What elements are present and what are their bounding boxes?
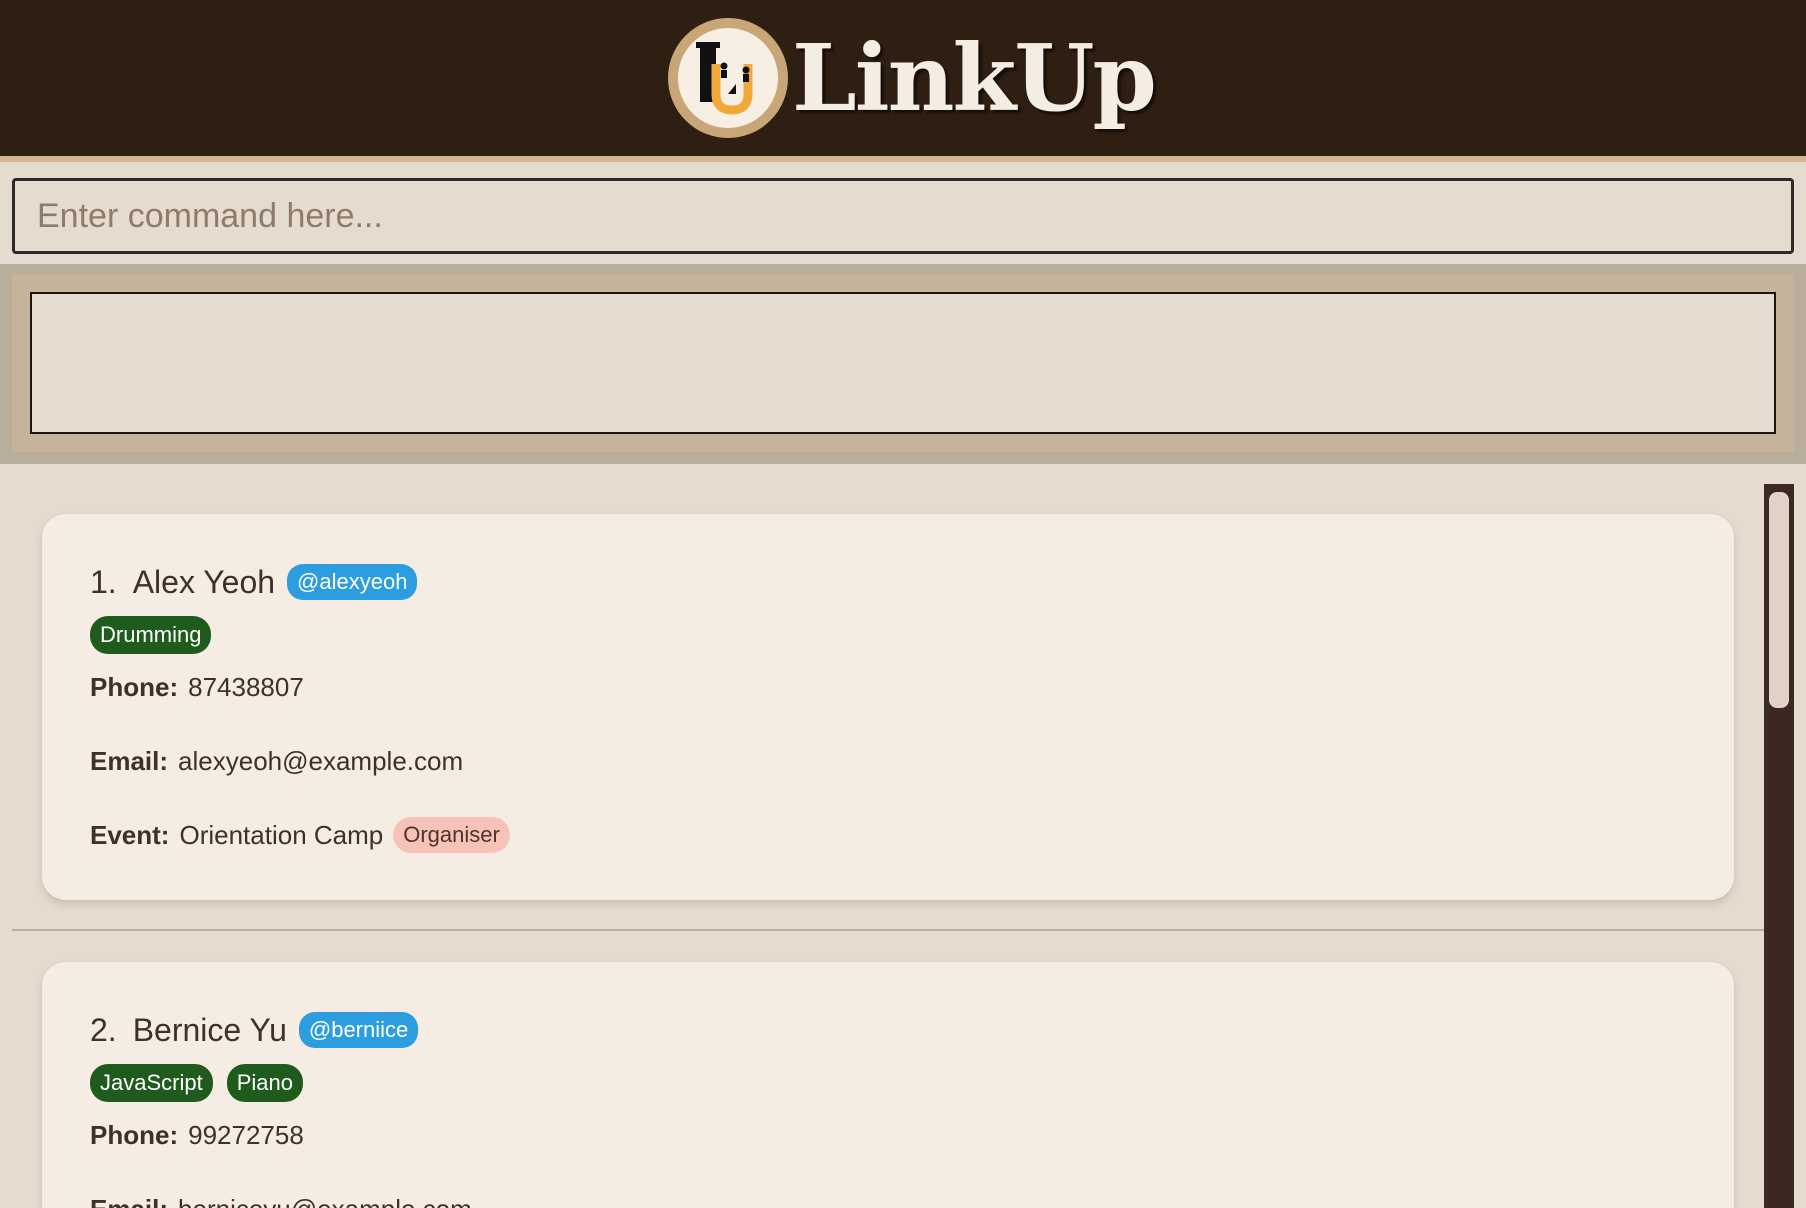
person-card[interactable]: 2. Bernice Yu @berniice JavaScript Piano… xyxy=(42,962,1734,1208)
command-input[interactable] xyxy=(12,178,1794,254)
result-panel-inner xyxy=(12,274,1794,452)
result-display[interactable] xyxy=(30,292,1776,434)
phone-field: Phone: 99272758 xyxy=(90,1116,1686,1154)
email-label: Email: xyxy=(90,1194,168,1208)
result-panel xyxy=(0,264,1806,464)
tags-row: Drumming xyxy=(90,616,1686,654)
person-index: 2. xyxy=(90,1011,117,1048)
phone-value: 87438807 xyxy=(188,671,304,702)
email-value: alexyeoh@example.com xyxy=(178,745,464,776)
person-index: 1. xyxy=(90,563,117,600)
tag-badge: Drumming xyxy=(90,616,212,654)
person-list[interactable]: 1. Alex Yeoh @alexyeoh Drumming Phone: 8… xyxy=(0,464,1806,1208)
tags-row: JavaScript Piano xyxy=(90,1064,1686,1102)
event-value: Orientation Camp xyxy=(179,819,384,850)
event-field: Event: Orientation Camp Organiser xyxy=(90,816,1686,854)
app-title: LinkUp xyxy=(792,24,1157,132)
telegram-handle-badge: @berniice xyxy=(298,1012,419,1048)
person-name-row: 2. Bernice Yu @berniice xyxy=(90,1010,1686,1050)
phone-label: Phone: xyxy=(90,671,179,702)
person-name-row: 1. Alex Yeoh @alexyeoh xyxy=(90,562,1686,602)
logo: LinkUp xyxy=(668,18,1157,138)
phone-value: 99272758 xyxy=(188,1119,304,1150)
role-badge: Organiser xyxy=(393,817,510,853)
email-label: Email: xyxy=(90,745,169,776)
email-value: berniceyu@example.com xyxy=(178,1194,472,1208)
event-label: Event: xyxy=(90,819,170,850)
scrollbar-thumb[interactable] xyxy=(1769,492,1789,708)
tag-badge: JavaScript xyxy=(90,1064,213,1102)
phone-label: Phone: xyxy=(90,1119,179,1150)
app-header: LinkUp xyxy=(0,0,1806,162)
email-field: Email: berniceyu@example.com xyxy=(90,1190,1686,1208)
list-divider xyxy=(12,929,1764,931)
person-name: Alex Yeoh xyxy=(132,563,276,600)
email-field: Email: alexyeoh@example.com xyxy=(90,742,1686,780)
linkup-logo-icon xyxy=(668,18,788,138)
person-card[interactable]: 1. Alex Yeoh @alexyeoh Drumming Phone: 8… xyxy=(42,514,1734,900)
phone-field: Phone: 87438807 xyxy=(90,668,1686,706)
list-scrollbar[interactable] xyxy=(1764,484,1794,1208)
telegram-handle-badge: @alexyeoh xyxy=(287,564,418,600)
command-area xyxy=(0,168,1806,264)
person-name: Bernice Yu xyxy=(132,1011,287,1048)
tag-badge: Piano xyxy=(226,1064,303,1102)
